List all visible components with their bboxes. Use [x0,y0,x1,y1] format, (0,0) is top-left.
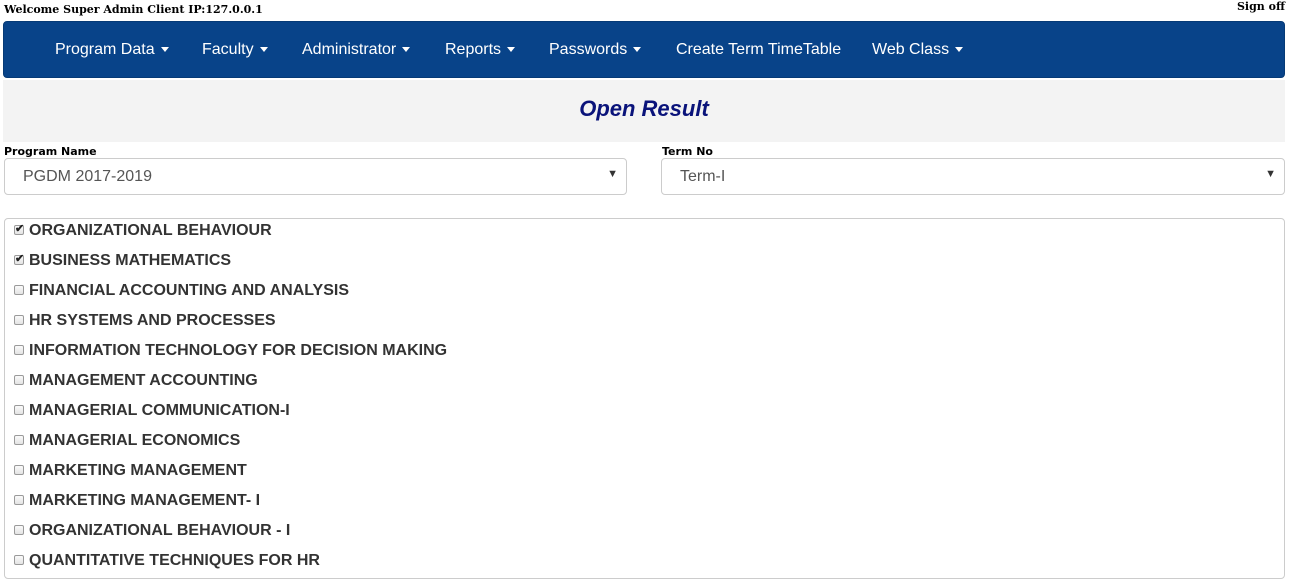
nav-label: Passwords [549,41,628,58]
course-label: FINANCIAL ACCOUNTING AND ANALYSIS [29,282,350,299]
course-label: MARKETING MANAGEMENT- I [29,492,261,509]
course-checkbox[interactable] [14,315,24,325]
course-label: ORGANIZATIONAL BEHAVIOUR - I [29,522,291,539]
term-no-label: Term No [662,145,713,158]
nav-label: Program Data [55,41,155,58]
dropdown-arrow-icon: ▼ [1265,168,1276,180]
course-label: MARKETING MANAGEMENT [29,462,247,479]
nav-label: Create Term TimeTable [676,41,842,58]
course-label: HR SYSTEMS AND PROCESSES [29,312,276,329]
course-checkbox[interactable]: ✔ [14,223,25,235]
caret-down-icon [259,47,268,53]
course-checkbox[interactable]: ✔ [14,253,25,265]
course-label: INFORMATION TECHNOLOGY FOR DECISION MAKI… [29,342,448,359]
checkmark-icon: ✔ [15,253,25,265]
caret-down-icon [955,47,964,53]
course-label: QUANTITATIVE TECHNIQUES FOR HR [29,552,320,569]
top-bar: Welcome Super Admin Client IP:127.0.0.1 … [0,0,1296,20]
nav-web-class[interactable]: Web Class [872,22,964,77]
nav-label: Administrator [302,41,397,58]
term-no-value: Term-I [680,168,726,185]
dropdown-arrow-icon: ▼ [607,168,618,180]
page-title: Open Result [579,96,709,121]
course-checkbox[interactable] [14,285,24,295]
nav-faculty[interactable]: Faculty [202,22,268,77]
nav-label: Reports [445,41,502,58]
course-checkbox[interactable] [14,495,24,505]
course-checkbox[interactable] [14,375,24,385]
course-label: MANAGEMENT ACCOUNTING [29,372,258,389]
nav-program-data[interactable]: Program Data [55,22,169,77]
nav-administrator[interactable]: Administrator [302,22,411,77]
checkmark-icon: ✔ [15,223,25,235]
course-checkbox[interactable] [14,435,24,445]
term-no-select[interactable]: Term-I ▼ [661,158,1285,195]
nav-reports[interactable]: Reports [445,22,516,77]
caret-down-icon [633,47,642,53]
main-navbar: Program Data Faculty Administrator Repor… [3,21,1285,78]
nav-create-term-timetable[interactable]: Create Term TimeTable [676,22,841,77]
title-band: Open Result [3,80,1285,142]
welcome-text: Welcome Super Admin Client IP:127.0.0.1 [4,3,263,16]
course-checkbox[interactable] [14,405,24,415]
course-label: BUSINESS MATHEMATICS [29,252,232,269]
course-label: MANAGERIAL ECONOMICS [29,432,241,449]
course-list: ✔ ORGANIZATIONAL BEHAVIOUR ✔ BUSINESS MA… [4,218,1285,579]
nav-passwords[interactable]: Passwords [549,22,642,77]
course-label: MANAGERIAL COMMUNICATION-I [29,402,290,419]
caret-down-icon [160,47,169,53]
caret-down-icon [507,47,516,53]
nav-label: Web Class [872,41,950,58]
program-name-label: Program Name [4,145,97,158]
program-name-select[interactable]: PGDM 2017-2019 ▼ [4,158,627,195]
program-name-value: PGDM 2017-2019 [23,168,152,185]
course-checkbox[interactable] [14,555,24,565]
caret-down-icon [402,47,411,53]
course-checkbox[interactable] [14,465,24,475]
course-checkbox[interactable] [14,345,24,355]
nav-label: Faculty [202,41,254,58]
course-label: ORGANIZATIONAL BEHAVIOUR [29,222,272,239]
sign-off-link[interactable]: Sign off [1237,0,1285,13]
course-checkbox[interactable] [14,525,24,535]
